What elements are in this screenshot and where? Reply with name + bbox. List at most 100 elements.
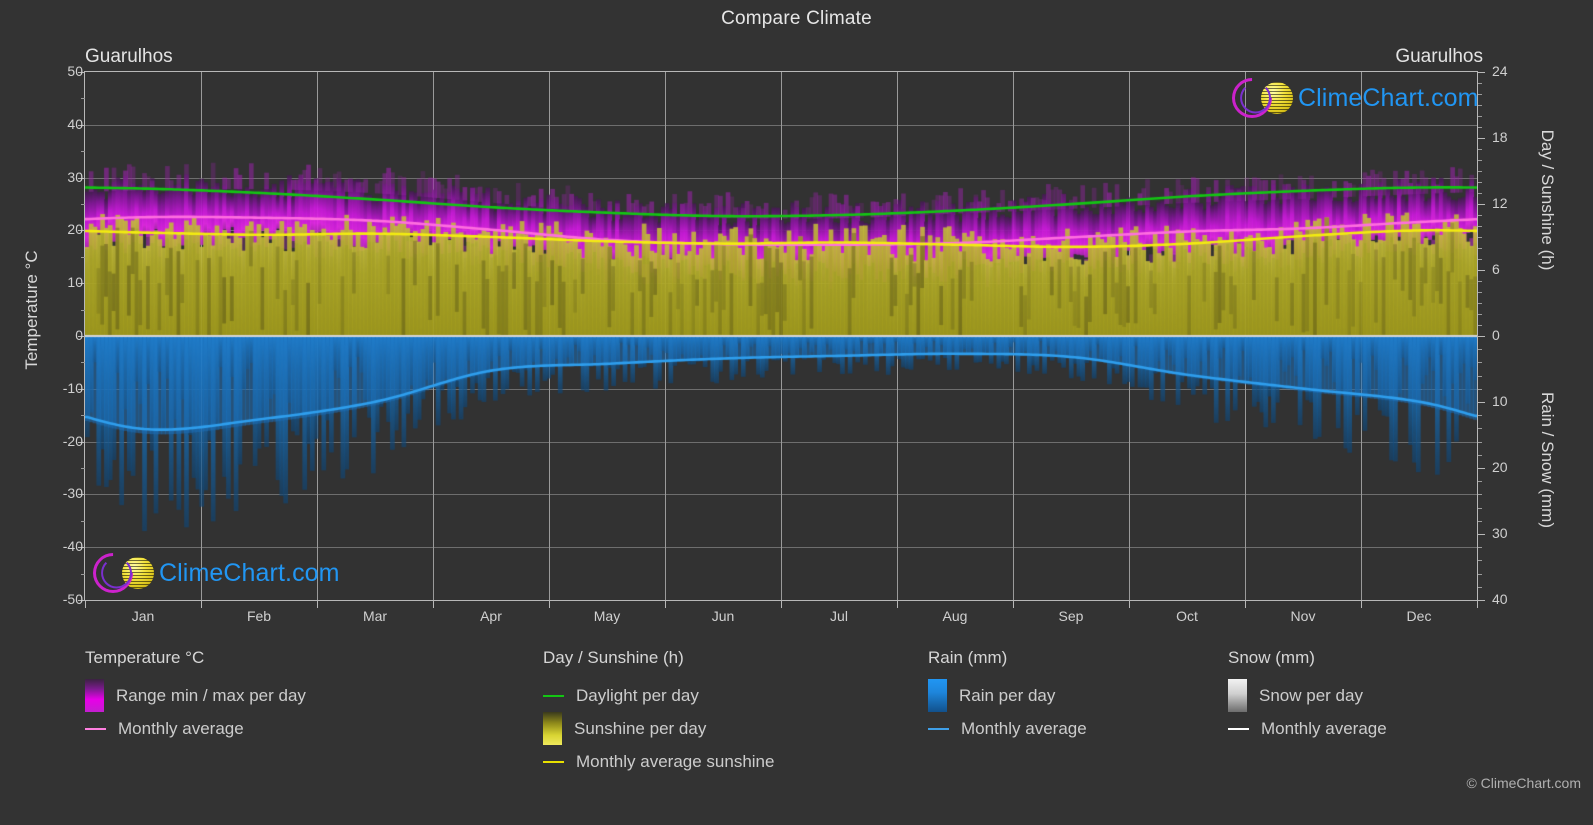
legend-item[interactable]: Monthly average: [1228, 712, 1387, 745]
copyright-notice: © ClimeChart.com: [1466, 775, 1581, 791]
y-tick-minor-right: [1478, 481, 1482, 482]
x-tick-mark: [549, 601, 550, 608]
legend-line-rain-avg: [928, 727, 949, 730]
y-tick-mark-right: [1478, 204, 1485, 205]
y-tick-minor-right: [1478, 428, 1482, 429]
x-tick-label: Apr: [480, 608, 502, 624]
legend-item[interactable]: Daylight per day: [543, 679, 774, 712]
y-tick-label-left: 30: [67, 169, 83, 185]
legend-item[interactable]: Rain per day: [928, 679, 1087, 712]
legend-item-label: Snow per day: [1259, 685, 1363, 705]
legend-group-title: Temperature °C: [85, 648, 205, 667]
x-tick-mark: [897, 601, 898, 608]
x-tick-mark: [1361, 601, 1362, 608]
watermark-text: ClimeChart.com: [159, 558, 340, 587]
legend-group-rain: Rain (mm) Rain per day Monthly average: [928, 648, 1087, 745]
y-tick-mark-right: [1478, 402, 1485, 403]
city-label-left: Guarulhos: [85, 46, 173, 67]
x-tick-label: Sep: [1058, 608, 1084, 624]
legend-item-label: Rain per day: [959, 685, 1056, 705]
legend-line-sunshine-avg: [543, 760, 564, 763]
y-tick-label-left: -20: [62, 433, 83, 449]
y-tick-label-right-top: 18: [1492, 129, 1508, 145]
legend-swatch-snow: [1228, 679, 1247, 712]
watermark-logo-top: ClimeChart.com: [1223, 69, 1479, 127]
y-tick-label-right-top: 24: [1492, 63, 1508, 79]
legend-item[interactable]: Snow per day: [1228, 679, 1387, 712]
y-tick-label-right-top: 12: [1492, 195, 1508, 211]
legend-item[interactable]: Range min / max per day: [85, 679, 306, 712]
y-tick-label-right-top: 0: [1492, 327, 1500, 343]
legend-group-title: Day / Sunshine (h): [543, 648, 684, 667]
y-tick-minor-right: [1478, 325, 1482, 326]
y-tick-minor-right: [1478, 160, 1482, 161]
legend-item[interactable]: Monthly average: [85, 712, 306, 745]
x-tick-mark: [201, 601, 202, 608]
x-tick-label: Aug: [942, 608, 968, 624]
y-tick-minor-left: [81, 521, 85, 522]
x-tick-label: Oct: [1176, 608, 1198, 624]
y-tick-minor-left: [81, 468, 85, 469]
y-tick-minor-right: [1478, 376, 1482, 377]
page-title: Compare Climate: [721, 8, 872, 29]
y-tick-label-left: 40: [67, 116, 83, 132]
y-tick-minor-left: [81, 151, 85, 152]
x-tick-label: Jun: [711, 608, 735, 624]
legend-swatch-sunshine: [543, 712, 562, 745]
y-tick-label-left: -40: [62, 538, 83, 554]
y-tick-minor-right: [1478, 259, 1482, 260]
y-tick-label-right-bottom: 20: [1492, 459, 1508, 475]
y-tick-minor-left: [81, 415, 85, 416]
y-tick-minor-right: [1478, 226, 1482, 227]
x-tick-mark: [433, 601, 434, 608]
y-tick-mark-right: [1478, 138, 1485, 139]
y-tick-label-right-bottom: 40: [1492, 591, 1508, 607]
y-tick-minor-left: [81, 574, 85, 575]
legend-item-label: Monthly average: [1261, 718, 1387, 738]
legend-line-daylight: [543, 694, 564, 697]
legend-item-label: Monthly average: [118, 718, 244, 738]
legend-group-title: Snow (mm): [1228, 648, 1315, 667]
y-tick-label-left: -30: [62, 485, 83, 501]
y-tick-label-right-bottom: 30: [1492, 525, 1508, 541]
y-tick-minor-right: [1478, 171, 1482, 172]
y-tick-minor-right: [1478, 215, 1482, 216]
y-tick-label-left: 20: [67, 221, 83, 237]
legend-item-label: Sunshine per day: [574, 718, 707, 738]
city-label-right: Guarulhos: [1395, 46, 1483, 67]
x-tick-mark: [781, 601, 782, 608]
y-tick-label-right-top: 6: [1492, 261, 1500, 277]
x-tick-label: May: [593, 608, 621, 624]
y-tick-minor-right: [1478, 521, 1482, 522]
x-tick-label: Nov: [1290, 608, 1316, 624]
watermark-logo-bottom: ClimeChart.com: [84, 544, 340, 602]
legend-item[interactable]: Sunshine per day: [543, 712, 774, 745]
legend-group-title: Rain (mm): [928, 648, 1008, 667]
climate-plot-area: [85, 72, 1477, 600]
y-tick-minor-right: [1478, 455, 1482, 456]
legend-item-label: Monthly average: [961, 718, 1087, 738]
watermark-text: ClimeChart.com: [1298, 83, 1479, 112]
x-tick-label: Dec: [1406, 608, 1432, 624]
climate-data-canvas: [85, 72, 1477, 600]
y-tick-mark-right: [1478, 534, 1485, 535]
legend-line-snow-avg: [1228, 727, 1249, 730]
y-tick-minor-right: [1478, 547, 1482, 548]
legend-item[interactable]: Monthly average sunshine: [543, 745, 774, 778]
y-tick-minor-right: [1478, 303, 1482, 304]
y-tick-minor-left: [81, 98, 85, 99]
x-tick-mark: [665, 601, 666, 608]
legend-item-label: Daylight per day: [576, 685, 699, 705]
y-tick-minor-right: [1478, 149, 1482, 150]
y-tick-minor-right: [1478, 508, 1482, 509]
y-tick-label-right-bottom: 10: [1492, 393, 1508, 409]
y-tick-mark-right: [1478, 72, 1485, 73]
logo-arc-icon: [1223, 69, 1281, 127]
x-tick-label: Mar: [362, 608, 388, 624]
legend-group-snow: Snow (mm) Snow per day Monthly average: [1228, 648, 1387, 745]
legend-item[interactable]: Monthly average: [928, 712, 1087, 745]
y-tick-label-left: -50: [62, 591, 83, 607]
legend-group-temperature: Temperature °C Range min / max per day M…: [85, 648, 306, 745]
x-tick-mark: [1477, 601, 1478, 608]
y-tick-minor-right: [1478, 127, 1482, 128]
